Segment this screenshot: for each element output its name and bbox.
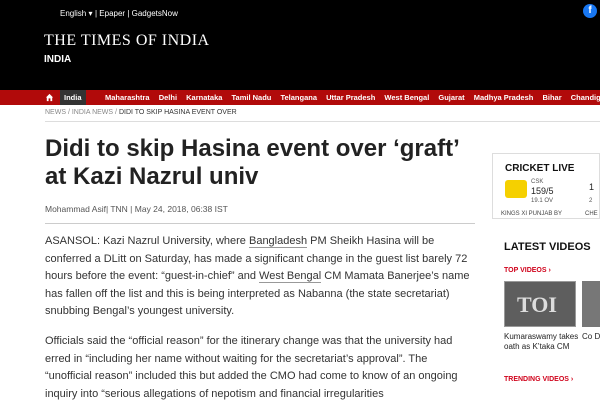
nav-item-maharashtra[interactable]: Maharashtra (105, 93, 150, 102)
article-paragraph: Officials said the “official reason” for… (45, 334, 458, 400)
article-byline: Mohammad Asif| TNN | May 24, 2018, 06:38… (45, 204, 228, 214)
top-videos-link[interactable]: TOP VIDEOS › (504, 267, 551, 274)
next-match-label: CHE (585, 211, 598, 217)
cricket-widget[interactable]: CRICKET LIVE CSK 159/5 19.1 OV 1 2 KINGS… (492, 153, 600, 219)
breadcrumb-news[interactable]: NEWS (45, 109, 66, 116)
team-name: CSK (531, 179, 544, 185)
next-score: 1 (589, 182, 595, 192)
main-nav: India Maharashtra Delhi Karnataka Tamil … (0, 90, 600, 105)
top-links[interactable]: | Epaper | GadgetsNow (95, 9, 178, 18)
nav-item-uttar-pradesh[interactable]: Uttar Pradesh (326, 93, 375, 102)
team-score: 159/5 (531, 186, 554, 196)
video-caption[interactable]: Kumaraswamy takes oath as K’taka CM (504, 332, 580, 352)
nav-items: Maharashtra Delhi Karnataka Tamil Nadu T… (105, 90, 600, 105)
breadcrumb: NEWS / INDIA NEWS / DIDI TO SKIP HASINA … (45, 106, 237, 120)
edition-label: INDIA (44, 54, 72, 65)
byline-divider (45, 223, 475, 224)
trending-videos-link[interactable]: TRENDING VIDEOS › (504, 376, 573, 383)
top-bar: English ▾ | Epaper | GadgetsNow f (0, 0, 600, 28)
cricket-live-title: CRICKET LIVE (505, 163, 575, 174)
nav-item-west-bengal[interactable]: West Bengal (384, 93, 429, 102)
article-headline: Didi to skip Hasina event over ‘graft’ a… (45, 135, 459, 190)
nav-item-delhi[interactable]: Delhi (159, 93, 177, 102)
breadcrumb-current: DIDI TO SKIP HASINA EVENT OVER (118, 109, 237, 116)
nav-item-bihar[interactable]: Bihar (542, 93, 561, 102)
language-selector[interactable]: English ▾ (60, 9, 92, 18)
breadcrumb-separator: / (115, 109, 117, 116)
breadcrumb-separator: / (67, 109, 70, 116)
team-logo (505, 180, 527, 198)
video-caption[interactable]: Co D (582, 332, 600, 342)
match-result: KINGS XI PUNJAB BY (501, 211, 563, 217)
team-overs: 19.1 OV (531, 198, 554, 204)
next-overs: 2 (589, 198, 593, 204)
topic-link-west-bengal[interactable]: West Bengal (259, 270, 322, 284)
masthead: THE TIMES OF INDIA INDIA (0, 28, 600, 90)
nav-item-gujarat[interactable]: Gujarat (438, 93, 464, 102)
nav-item-karnataka[interactable]: Karnataka (186, 93, 222, 102)
breadcrumb-divider (45, 121, 600, 122)
video-thumbnail[interactable] (582, 281, 600, 327)
nav-item-tamil-nadu[interactable]: Tamil Nadu (232, 93, 272, 102)
sidebar: CRICKET LIVE CSK 159/5 19.1 OV 1 2 KINGS… (492, 153, 600, 400)
breadcrumb-india-news[interactable]: INDIA NEWS (72, 109, 113, 116)
home-icon[interactable] (45, 93, 54, 102)
toi-logo: TOI (517, 292, 557, 317)
nav-item-india[interactable]: India (60, 90, 86, 105)
nav-item-telangana[interactable]: Telangana (280, 93, 317, 102)
topic-link-bangladesh[interactable]: Bangladesh (248, 235, 308, 248)
nav-item-chandigarh[interactable]: Chandigarh (571, 93, 600, 102)
site-logo[interactable]: THE TIMES OF INDIA (44, 32, 210, 50)
nav-item-madhya-pradesh[interactable]: Madhya Pradesh (474, 93, 534, 102)
facebook-icon[interactable]: f (583, 4, 597, 18)
article-body: ASANSOL: Kazi Nazrul University, where B… (45, 233, 475, 415)
latest-videos-heading: LATEST VIDEOS (504, 241, 591, 253)
article-paragraph: ASANSOL: Kazi Nazrul University, where B… (45, 235, 470, 318)
video-thumbnail[interactable]: TOI (504, 281, 576, 327)
